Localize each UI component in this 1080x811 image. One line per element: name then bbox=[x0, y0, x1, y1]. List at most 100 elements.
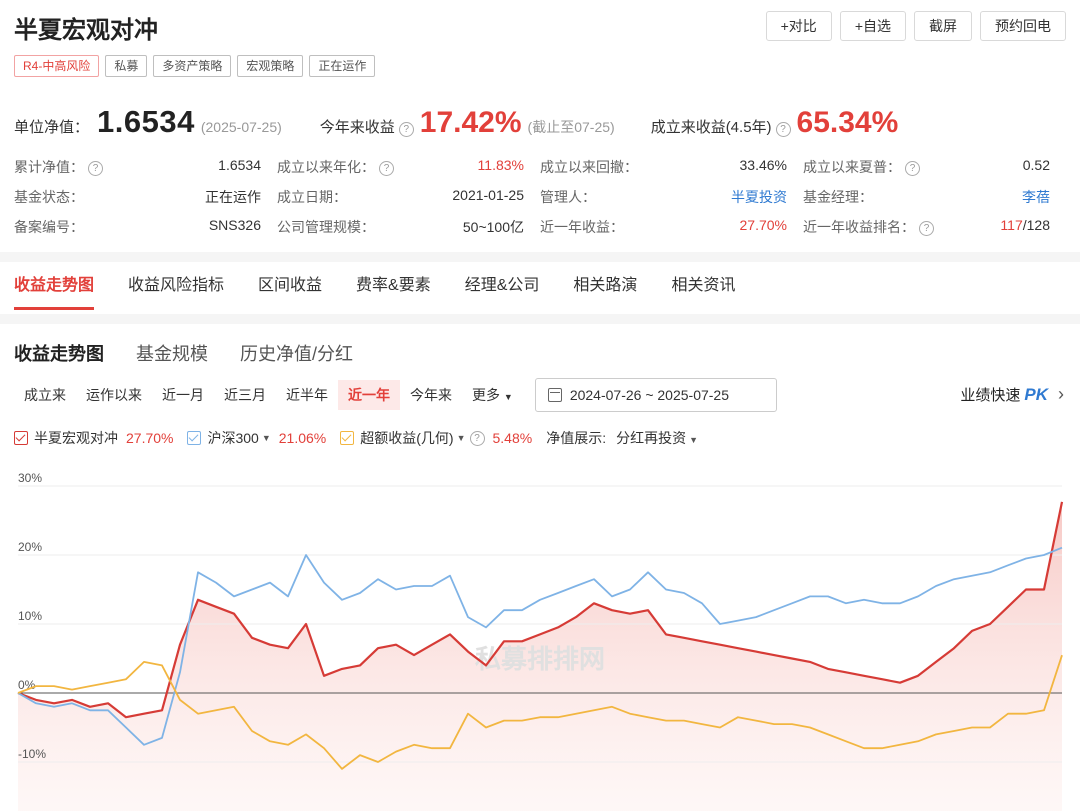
tab-manager[interactable]: 经理&公司 bbox=[465, 268, 540, 310]
range-selector: 成立来 运作以来 近一月 近三月 近半年 近一年 今年来 更多 ▼ 2024-0… bbox=[14, 378, 777, 412]
subtab-return-chart[interactable]: 收益走势图 bbox=[14, 340, 104, 366]
performance-pk-link[interactable]: 业绩快速 PK › bbox=[960, 384, 1064, 405]
ytd-label: 今年来收益 bbox=[319, 119, 395, 136]
help-icon[interactable]: ? bbox=[919, 220, 934, 236]
display-mode-select[interactable]: 分红再投资 ▼ bbox=[616, 428, 698, 448]
legend-index-name: 沪深300 bbox=[207, 430, 259, 446]
range-1m[interactable]: 近一月 bbox=[152, 380, 214, 410]
help-icon[interactable]: ? bbox=[775, 122, 791, 137]
date-range-text: 2024-07-26 ~ 2025-07-25 bbox=[569, 387, 729, 403]
stat-value-wrap: SNS326 bbox=[209, 217, 261, 237]
checkbox-icon[interactable] bbox=[187, 431, 202, 445]
stat-label: 管理人： bbox=[540, 189, 596, 205]
stat-value: 27.70% bbox=[739, 217, 787, 233]
y-tick-label: -10% bbox=[18, 747, 46, 761]
range-since-inception[interactable]: 成立来 bbox=[14, 380, 76, 410]
stat-value: 11.83% bbox=[477, 157, 524, 173]
date-range-picker[interactable]: 2024-07-26 ~ 2025-07-25 bbox=[534, 378, 777, 412]
stat-item: 成立日期： 2021-01-25 bbox=[277, 187, 540, 207]
stat-value: 2021-01-25 bbox=[452, 187, 524, 203]
stat-value: 1.6534 bbox=[218, 157, 261, 173]
help-icon[interactable]: ? bbox=[398, 122, 414, 137]
legend-excess-pct: 5.48% bbox=[492, 430, 533, 446]
chart-legend: 半夏宏观对冲 27.70% 沪深300 ▼ 21.06% 超额收益(几何) ▼ … bbox=[14, 428, 712, 448]
macro-tag: 宏观策略 bbox=[237, 55, 304, 77]
stat-value-wrap: 2021-01-25 bbox=[452, 187, 524, 207]
stat-item: 成立以来夏普：? 0.52 bbox=[803, 157, 1066, 177]
range-6m[interactable]: 近半年 bbox=[276, 380, 338, 410]
stat-label: 基金状态： bbox=[14, 189, 84, 205]
legend-fund[interactable]: 半夏宏观对冲 27.70% bbox=[14, 428, 173, 448]
stat-label: 近一年收益排名：? bbox=[803, 217, 934, 237]
stat-label: 累计净值：? bbox=[14, 157, 103, 177]
nav-summary: 单位净值： 1.6534 (2025-07-25) 今年来收益 ? 17.42%… bbox=[14, 104, 1066, 144]
return-chart[interactable]: 30%20%10%0%-10%私募排排网 bbox=[0, 470, 1080, 811]
help-icon[interactable]: ? bbox=[469, 430, 485, 446]
caret-down-icon: ▼ bbox=[503, 392, 513, 402]
stat-value: /128 bbox=[1022, 217, 1050, 233]
stat-value: 半夏投资 bbox=[731, 189, 787, 205]
tab-news[interactable]: 相关资讯 bbox=[671, 268, 735, 310]
stat-item: 成立以来年化：? 11.83% bbox=[277, 157, 540, 177]
stats-grid: 累计净值：? 1.6534 成立以来年化：? 11.83% 成立以来回撤： 33.46% 成… bbox=[14, 152, 1066, 242]
fund-title: 半夏宏观对冲 bbox=[14, 17, 158, 44]
tab-roadshow[interactable]: 相关路演 bbox=[573, 268, 637, 310]
status-tag: 正在运作 bbox=[309, 55, 376, 77]
stat-value-wrap: 117/128 bbox=[1000, 217, 1050, 237]
checkbox-icon[interactable] bbox=[340, 431, 355, 445]
calendar-icon bbox=[547, 388, 562, 402]
range-more-label: 更多 bbox=[472, 387, 500, 403]
watermark: 私募排排网 bbox=[475, 645, 605, 675]
help-icon[interactable]: ? bbox=[905, 160, 920, 176]
unit-nav-label: 单位净值： bbox=[14, 119, 90, 136]
stats-row: 基金状态： 正在运作 成立日期： 2021-01-25 管理人： 半夏投资 基金经理： 李蓓 bbox=[14, 182, 1066, 212]
display-mode-value: 分红再投资 bbox=[616, 430, 687, 446]
tab-fees[interactable]: 费率&要素 bbox=[356, 268, 431, 310]
subtab-fund-size[interactable]: 基金规模 bbox=[136, 340, 208, 366]
range-3m[interactable]: 近三月 bbox=[214, 380, 276, 410]
stat-value: 50~100亿 bbox=[462, 219, 524, 235]
stat-value-wrap[interactable]: 半夏投资 bbox=[731, 187, 787, 207]
tab-return-chart[interactable]: 收益走势图 bbox=[14, 268, 95, 310]
stat-label: 成立以来年化：? bbox=[277, 157, 394, 177]
stat-item: 备案编号： SNS326 bbox=[14, 217, 277, 237]
stat-item: 成立以来回撤： 33.46% bbox=[540, 157, 803, 177]
legend-fund-name: 半夏宏观对冲 bbox=[34, 430, 118, 446]
stat-value-wrap: 0.52 bbox=[1023, 157, 1050, 177]
legend-index[interactable]: 沪深300 ▼ 21.06% bbox=[187, 428, 326, 448]
add-watchlist-button[interactable]: +自选 bbox=[839, 11, 906, 41]
stat-label: 成立以来回撤： bbox=[540, 159, 638, 175]
sub-tabs: 收益走势图 基金规模 历史净值/分红 bbox=[14, 340, 353, 366]
stat-value: SNS326 bbox=[208, 217, 261, 233]
display-mode: 净值展示: 分红再投资 ▼ bbox=[546, 428, 698, 448]
subtab-history-nav[interactable]: 历史净值/分红 bbox=[240, 340, 353, 366]
risk-tag: R4-中高风险 bbox=[14, 55, 100, 77]
legend-excess[interactable]: 超额收益(几何) ▼ ? 5.48% bbox=[340, 428, 532, 448]
range-ytd[interactable]: 今年来 bbox=[400, 380, 462, 410]
tab-risk-metrics[interactable]: 收益风险指标 bbox=[128, 268, 224, 310]
help-icon[interactable]: ? bbox=[379, 160, 394, 176]
caret-down-icon[interactable]: ▼ bbox=[262, 433, 271, 443]
callback-button[interactable]: 预约回电 bbox=[980, 11, 1066, 41]
stat-value: 李蓓 bbox=[1022, 189, 1050, 205]
checkbox-icon[interactable] bbox=[14, 431, 28, 445]
range-since-operation[interactable]: 运作以来 bbox=[76, 380, 152, 410]
screenshot-button[interactable]: 截屏 bbox=[914, 11, 972, 41]
compare-button[interactable]: +对比 bbox=[765, 11, 832, 41]
caret-down-icon: ▼ bbox=[689, 435, 699, 445]
range-more-dropdown[interactable]: 更多 ▼ bbox=[462, 380, 523, 410]
strategy-tag: 多资产策略 bbox=[153, 55, 232, 77]
stat-label: 近一年收益： bbox=[540, 219, 624, 235]
unit-nav-value: 1.6534 bbox=[97, 104, 195, 139]
stat-item: 公司管理规模： 50~100亿 bbox=[277, 217, 540, 237]
help-icon[interactable]: ? bbox=[88, 160, 103, 176]
pk-text: PK bbox=[1024, 384, 1048, 404]
tab-period-return[interactable]: 区间收益 bbox=[258, 268, 322, 310]
caret-down-icon[interactable]: ▼ bbox=[457, 433, 466, 443]
stat-value-wrap: 1.6534 bbox=[218, 157, 261, 177]
stat-item: 累计净值：? 1.6534 bbox=[14, 157, 277, 177]
range-1y[interactable]: 近一年 bbox=[338, 380, 400, 410]
stat-value-wrap[interactable]: 李蓓 bbox=[1022, 187, 1050, 207]
pk-label: 业绩快速 bbox=[960, 387, 1021, 404]
stat-value: 33.46% bbox=[739, 157, 787, 173]
